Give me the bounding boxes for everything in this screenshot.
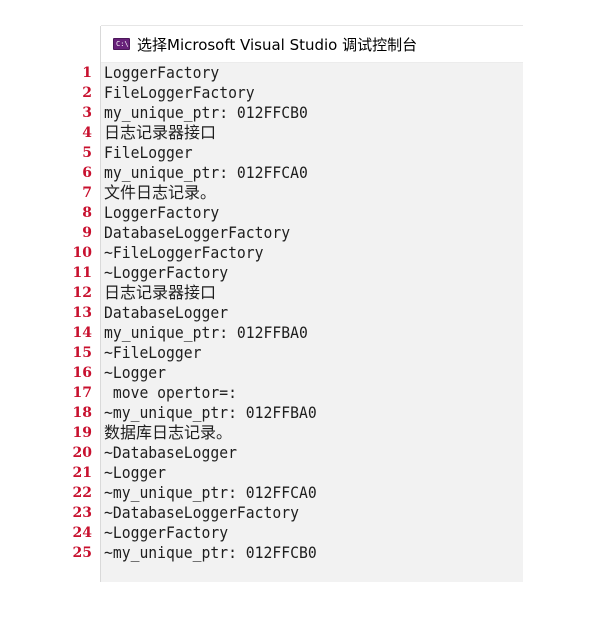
console-line: my_unique_ptr: 012FFCA0 (104, 163, 308, 182)
line-number: 13 (72, 305, 92, 321)
console-line: ~my_unique_ptr: 012FFCB0 (104, 543, 317, 562)
line-number: 1 (82, 65, 92, 81)
console-line: ~Logger (104, 463, 167, 482)
line-number: 5 (82, 145, 92, 161)
console-line: ~FileLogger (104, 343, 202, 362)
line-number: 17 (72, 385, 92, 401)
console-line: my_unique_ptr: 012FFBA0 (104, 323, 308, 342)
line-number: 4 (82, 125, 92, 141)
console-app-icon (113, 38, 130, 50)
line-number: 21 (72, 465, 92, 481)
console-line: my_unique_ptr: 012FFCB0 (104, 103, 308, 122)
line-number: 25 (72, 545, 92, 561)
console-line: ~LoggerFactory (104, 263, 229, 282)
console-line: 日志记录器接口 (104, 283, 217, 302)
line-number: 15 (72, 345, 92, 361)
line-number: 6 (82, 165, 92, 181)
console-line: ~LoggerFactory (104, 523, 229, 542)
console-line: FileLoggerFactory (104, 83, 255, 102)
console-line: ~my_unique_ptr: 012FFBA0 (104, 403, 317, 422)
line-number: 2 (82, 85, 92, 101)
line-number: 11 (72, 265, 92, 281)
line-number: 22 (72, 485, 92, 501)
console-line: DatabaseLogger (104, 303, 229, 322)
line-number: 18 (72, 405, 92, 421)
console-line: LoggerFactory (104, 63, 220, 82)
line-number: 19 (72, 425, 92, 441)
console-line: ~my_unique_ptr: 012FFCA0 (104, 483, 317, 502)
line-number: 20 (72, 445, 92, 461)
line-number: 9 (82, 225, 92, 241)
console-line: move opertor=: (104, 383, 237, 402)
console-line: ~DatabaseLoggerFactory (104, 503, 299, 522)
console-line: 文件日志记录。 (104, 183, 217, 202)
console-line: ~Logger (104, 363, 167, 382)
line-number: 3 (82, 105, 92, 121)
console-line: ~DatabaseLogger (104, 443, 237, 462)
title-bar[interactable]: 选择Microsoft Visual Studio 调试控制台 (101, 26, 523, 63)
console-line: ~FileLoggerFactory (104, 243, 264, 262)
line-number: 8 (82, 205, 92, 221)
line-number: 14 (72, 325, 92, 341)
line-number: 12 (72, 285, 92, 301)
line-number: 16 (72, 365, 92, 381)
console-line: DatabaseLoggerFactory (104, 223, 291, 242)
line-number: 24 (72, 525, 92, 541)
console-line: 数据库日志记录。 (104, 423, 233, 442)
console-line: LoggerFactory (104, 203, 220, 222)
line-number: 23 (72, 505, 92, 521)
line-number: 10 (72, 245, 92, 261)
window-title: 选择Microsoft Visual Studio 调试控制台 (137, 35, 418, 54)
line-number: 7 (82, 185, 92, 201)
console-line: FileLogger (104, 143, 193, 162)
console-line: 日志记录器接口 (104, 123, 217, 142)
console-window[interactable]: 选择Microsoft Visual Studio 调试控制台 LoggerFa… (101, 26, 523, 582)
